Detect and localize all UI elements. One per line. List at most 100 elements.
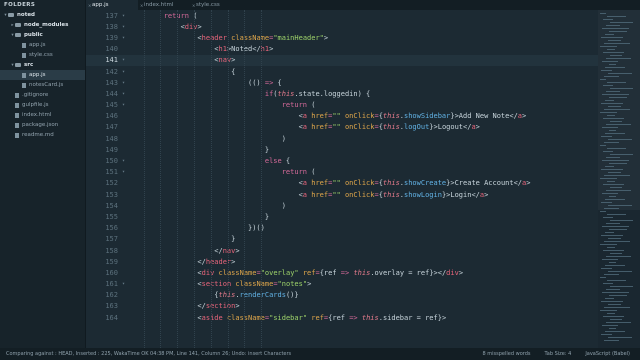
file-item[interactable]: style.css [0,50,85,60]
code-line[interactable]: 160 <div className="overlay" ref={ref =>… [86,267,598,278]
code-line[interactable]: 157 } [86,234,598,245]
tab[interactable]: × app.js [86,0,138,10]
code-line[interactable]: 162 {this.renderCards()} [86,290,598,301]
code-token: < [130,280,202,289]
minimap-line [610,187,622,188]
code-line[interactable]: 148 ) [86,133,598,144]
close-icon[interactable]: × [88,3,91,8]
code-token: ) [130,134,286,143]
file-item[interactable]: index.html [0,110,85,120]
fold-arrow-icon[interactable]: ▾ [122,102,130,108]
file-item[interactable]: package.json [0,120,85,130]
code-line[interactable]: 143 ▾ (() => { [86,77,598,88]
line-number: 150 [105,157,118,166]
tab[interactable]: × style.css [190,0,242,10]
code-line[interactable]: 145 ▾ return ( [86,100,598,111]
close-icon[interactable]: × [192,3,195,8]
code-line[interactable]: 138 ▾ <div> [86,21,598,32]
minimap-line [607,181,615,182]
code-editor[interactable]: 137 ▾ return (138 ▾ <div> 139 ▾ <header clas… [86,10,598,348]
code-token: onClick [344,123,375,132]
code-line[interactable]: 153 <a href="" onClick={this.showLogin}>… [86,189,598,200]
file-item[interactable]: app.js [0,70,85,80]
code-line[interactable]: 155 } [86,211,598,222]
minimap-line [601,103,623,104]
line-number: 162 [105,291,118,300]
code-token: }>Create Account</ [446,179,523,188]
code-line[interactable]: 144 ▾ if(this.state.loggedin) { [86,88,598,99]
code-line[interactable]: 139 ▾ <header className="mainHeader"> [86,32,598,43]
code-line[interactable]: 140 <h1>Noted</h1> [86,44,598,55]
fold-arrow-icon[interactable]: ▾ [122,169,130,175]
code-token: {ref [319,268,341,277]
fold-arrow-icon[interactable]: ▾ [122,24,130,30]
code-line[interactable]: 154 ) [86,200,598,211]
code-token: aside [201,313,223,322]
file-item[interactable]: .gitignore [0,90,85,100]
minimap-line [605,166,614,167]
code-line[interactable]: 137 ▾ return ( [86,10,598,21]
minimap-line [606,25,620,26]
code-line[interactable]: 142 ▾ { [86,66,598,77]
tab-label: style.css [196,2,220,8]
code-text: <div className="overlay" ref={ref => thi… [130,269,463,277]
syntax-indicator[interactable]: JavaScript (Babel) [585,351,630,357]
tree-item-label: gulpfile.js [22,102,49,108]
code-token: logOut [404,123,430,132]
code-line[interactable]: 158 </nav> [86,245,598,256]
code-line[interactable]: 150 ▾ else { [86,155,598,166]
code-line[interactable]: 149 } [86,144,598,155]
code-token: }>Logout</ [429,123,472,132]
code-token: onClick [344,179,375,188]
minimap-line [601,37,623,38]
file-icon [22,82,26,88]
code-line[interactable]: 141 ▾ <nav> [86,54,598,66]
code-line[interactable]: 147 <a href="" onClick={this.logOut}>Log… [86,122,598,133]
code-token: { [273,78,282,87]
fold-arrow-icon[interactable]: ▾ [122,69,130,75]
code-text: <section className="notes"> [130,280,311,288]
code-line[interactable]: 161 ▾ <section className="notes"> [86,279,598,290]
close-icon[interactable]: × [140,3,143,8]
code-text: </section> [130,302,239,310]
fold-arrow-icon[interactable]: ▾ [122,35,130,41]
minimap-line [606,322,631,323]
code-token: return [281,168,308,177]
file-item[interactable]: notesCard.js [0,80,85,90]
code-token: onClick [344,190,375,199]
code-line[interactable]: 164 <aside className="sidebar" ref={ref … [86,312,598,323]
file-item[interactable]: app.js [0,40,85,50]
tree-item-label: public [24,32,43,38]
fold-arrow-icon[interactable]: ▾ [122,158,130,164]
minimap-line [607,16,626,17]
code-line[interactable]: 159 </header> [86,256,598,267]
fold-arrow-icon[interactable]: ▾ [122,57,130,63]
folder-item[interactable]: ▸ node_modules [0,20,85,30]
file-item[interactable]: gulpfile.js [0,100,85,110]
code-line[interactable]: 146 <a href="" onClick={this.showSidebar… [86,111,598,122]
code-token: this [382,112,400,121]
line-number: 155 [105,212,118,221]
minimap[interactable] [598,10,640,348]
status-bar: Comparing against : HEAD, Inserted : 225… [0,348,640,360]
spellcheck-status[interactable]: 8 misspelled words [483,351,531,357]
minimap-line [603,316,624,317]
file-item[interactable]: readme.md [0,130,85,140]
indent-guide [160,10,161,348]
code-line[interactable]: 152 <a href="" onClick={this.showCreate}… [86,178,598,189]
fold-arrow-icon[interactable]: ▾ [122,91,130,97]
tab[interactable]: × index.html [138,0,190,10]
code-token: href [311,190,329,199]
fold-arrow-icon[interactable]: ▾ [122,80,130,86]
tab-size-indicator[interactable]: Tab Size: 4 [545,351,572,357]
code-line[interactable]: 156 })() [86,223,598,234]
fold-arrow-icon[interactable]: ▾ [122,281,130,287]
folder-item[interactable]: ▾ noted [0,10,85,20]
folder-item[interactable]: ▾ public [0,30,85,40]
code-line[interactable]: 163 </section> [86,301,598,312]
folder-item[interactable]: ▾ src [0,60,85,70]
fold-arrow-icon[interactable]: ▾ [122,13,130,19]
tree-item-label: src [24,62,34,68]
code-line[interactable]: 151 ▾ return ( [86,167,598,178]
minimap-line [602,160,629,161]
